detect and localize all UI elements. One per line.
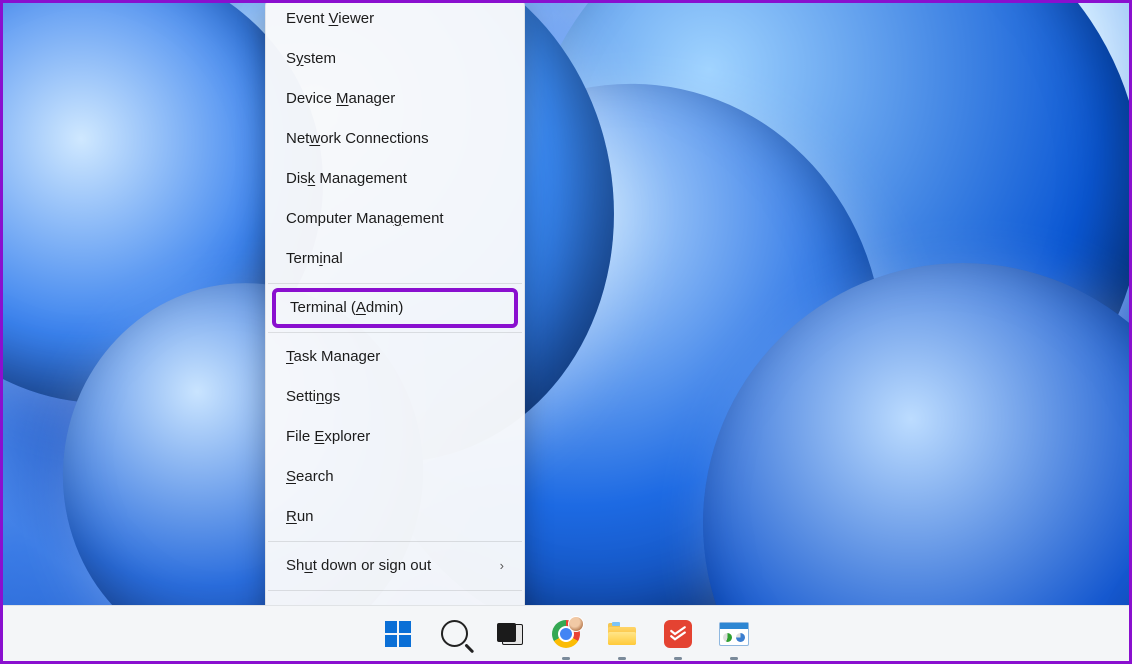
annotation-frame [0,0,1132,664]
